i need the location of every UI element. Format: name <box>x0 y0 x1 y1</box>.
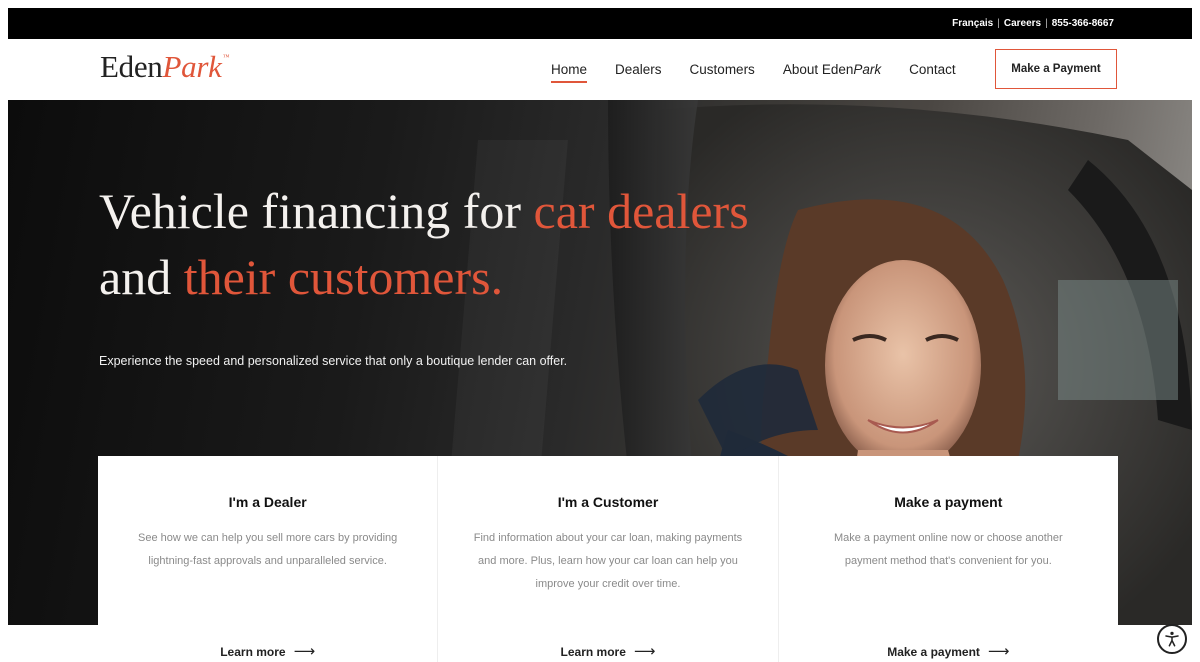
dealer-learn-more-link[interactable]: Learn more ⟶ <box>98 644 437 659</box>
language-link[interactable]: Français <box>952 18 993 29</box>
audience-cards: I'm a Dealer See how we can help you sel… <box>98 456 1118 662</box>
card-description: Find information about your car loan, ma… <box>473 532 743 590</box>
hero-title-accent: car dealers <box>533 183 749 239</box>
utility-bar: Français | Careers | 855-366-8667 <box>8 8 1192 39</box>
logo[interactable]: EdenPark™ <box>100 51 229 82</box>
logo-park: Park <box>162 49 222 84</box>
card-description: See how we can help you sell more cars b… <box>138 532 398 567</box>
hero-title: Vehicle financing for car dealers and th… <box>99 178 819 310</box>
card-title: Make a payment <box>894 494 1003 510</box>
hero-title-accent: their customers. <box>183 249 504 305</box>
card-link-label: Make a payment <box>887 644 980 659</box>
arrow-right-icon: ⟶ <box>293 643 316 660</box>
nav-item-contact[interactable]: Contact <box>909 62 956 77</box>
separator: | <box>1045 18 1048 29</box>
nav-item-about[interactable]: About EdenPark <box>783 62 881 77</box>
card-title: I'm a Customer <box>557 494 659 510</box>
card-customer: I'm a Customer Find information about yo… <box>438 456 779 662</box>
hero-subtitle: Experience the speed and personalized se… <box>99 354 568 368</box>
accessibility-icon <box>1165 631 1179 647</box>
card-link-label: Learn more <box>220 644 286 659</box>
card-title: I'm a Dealer <box>228 494 307 510</box>
arrow-right-icon: ⟶ <box>987 643 1010 660</box>
logo-eden: Eden <box>100 49 163 84</box>
card-payment: Make a payment Make a payment online now… <box>778 456 1118 662</box>
nav-item-dealers[interactable]: Dealers <box>615 62 662 77</box>
card-dealer: I'm a Dealer See how we can help you sel… <box>98 456 439 662</box>
phone-link[interactable]: 855-366-8667 <box>1052 18 1114 29</box>
arrow-right-icon: ⟶ <box>633 643 656 660</box>
make-a-payment-button[interactable]: Make a Payment <box>995 49 1117 89</box>
hero-title-part: and <box>99 249 184 305</box>
accessibility-button[interactable] <box>1157 624 1187 654</box>
card-description: Make a payment online now or choose anot… <box>833 532 1063 567</box>
nav-item-customers[interactable]: Customers <box>690 62 755 77</box>
careers-link[interactable]: Careers <box>1004 18 1041 29</box>
make-payment-link[interactable]: Make a payment ⟶ <box>779 644 1118 659</box>
nav-item-home[interactable]: Home <box>551 62 588 83</box>
customer-learn-more-link[interactable]: Learn more ⟶ <box>438 644 777 659</box>
nav-about-prefix: About Eden <box>782 62 854 77</box>
nav-about-italic: Park <box>853 62 882 77</box>
logo-trademark: ™ <box>222 53 230 61</box>
separator: | <box>997 18 1000 29</box>
hero-title-part: Vehicle financing for <box>99 183 534 239</box>
main-nav: Home Dealers Customers About EdenPark Co… <box>551 39 984 100</box>
site-header: EdenPark™ Home Dealers Customers About E… <box>8 39 1192 100</box>
card-link-label: Learn more <box>560 644 626 659</box>
